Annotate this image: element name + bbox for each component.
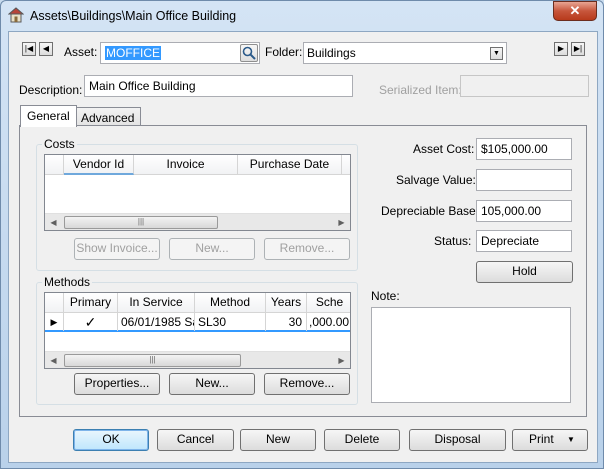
methods-column-header[interactable]: Primary [64, 293, 118, 313]
close-button[interactable]: ✕ [553, 1, 597, 21]
asset-lookup-button[interactable] [240, 44, 258, 62]
methods-column-header[interactable]: Method [195, 293, 266, 313]
cancel-button[interactable]: Cancel [157, 429, 234, 451]
schedule-cell[interactable]: ,000.00 [307, 313, 350, 331]
general-tab-panel: Costs Vendor Id Invoice Purchase Date ◀ … [19, 125, 587, 417]
tab-general-label: General [27, 109, 70, 123]
asset-cost-value: $105,000.00 [481, 142, 548, 156]
costs-new-button[interactable]: New... [169, 238, 255, 260]
previous-record-icon[interactable]: ◀ [39, 42, 53, 56]
methods-column-header[interactable]: Sche [307, 293, 350, 313]
salvage-value-label: Salvage Value: [396, 173, 476, 187]
description-label: Description: [19, 83, 83, 97]
costs-remove-button[interactable]: Remove... [264, 238, 350, 260]
folder-select[interactable]: Buildings [303, 42, 507, 64]
primary-cell[interactable]: ✓ [64, 313, 118, 331]
delete-button[interactable]: Delete [324, 429, 400, 451]
methods-new-button[interactable]: New... [169, 373, 255, 395]
depreciable-base-input[interactable]: 105,000.00 [476, 200, 572, 222]
house-icon [8, 7, 24, 23]
chevron-down-icon: ▼ [567, 435, 575, 444]
magnifier-icon [242, 46, 256, 60]
dialog-body: |◀ ◀ Asset: MOFFICE Folder: Buildings ▼ … [8, 31, 598, 463]
scroll-right-icon[interactable]: ▶ [333, 352, 350, 368]
folder-label: Folder: [265, 45, 303, 59]
asset-cost-input[interactable]: $105,000.00 [476, 138, 572, 160]
row-pointer-icon: ▶ [45, 313, 64, 331]
methods-column-header[interactable]: Years [266, 293, 307, 313]
methods-horizontal-scrollbar[interactable]: ◀ ||| ▶ [45, 351, 350, 368]
note-textarea[interactable] [371, 307, 571, 403]
title-bar: Assets\Buildings\Main Office Building ✕ [1, 1, 603, 31]
status-label: Status: [434, 234, 472, 248]
first-record-icon[interactable]: |◀ [22, 42, 36, 56]
window-title: Assets\Buildings\Main Office Building [30, 9, 237, 23]
tab-advanced[interactable]: Advanced [74, 107, 142, 126]
asset-cost-label: Asset Cost: [413, 142, 475, 156]
folder-value: Buildings [307, 46, 356, 60]
status-value: Depreciate [481, 234, 540, 248]
costs-header-filler [342, 155, 350, 175]
years-cell[interactable]: 30 [266, 313, 307, 331]
print-button[interactable]: Print ▼ [512, 429, 588, 451]
serialized-item-input [460, 75, 589, 97]
costs-column-header[interactable]: Purchase Date [238, 155, 342, 175]
scroll-thumb[interactable]: ||| [64, 216, 218, 229]
salvage-value-input[interactable] [476, 169, 572, 191]
note-label: Note: [371, 289, 400, 303]
last-record-icon[interactable]: ▶| [571, 42, 585, 56]
asset-input[interactable]: MOFFICE [100, 42, 260, 64]
methods-column-header[interactable]: In Service [118, 293, 195, 313]
scroll-left-icon[interactable]: ◀ [45, 352, 62, 368]
description-value: Main Office Building [89, 79, 196, 93]
costs-horizontal-scrollbar[interactable]: ◀ ||| ▶ [45, 213, 350, 230]
depreciable-base-label: Depreciable Base: [381, 204, 480, 218]
serialized-item-label: Serialized Item: [379, 83, 462, 97]
methods-grid-corner [45, 293, 64, 313]
asset-window: Assets\Buildings\Main Office Building ✕ … [0, 0, 604, 469]
costs-group-title: Costs [42, 137, 77, 151]
chevron-down-icon[interactable]: ▼ [490, 47, 503, 60]
asset-label: Asset: [64, 45, 98, 59]
methods-group-title: Methods [42, 275, 93, 289]
print-label: Print [529, 432, 554, 446]
description-input[interactable]: Main Office Building [84, 75, 353, 97]
hold-button[interactable]: Hold [476, 261, 573, 283]
costs-grid[interactable]: Vendor Id Invoice Purchase Date ◀ ||| ▶ [44, 154, 351, 231]
scroll-right-icon[interactable]: ▶ [333, 214, 350, 230]
costs-grid-corner [45, 155, 64, 175]
properties-button[interactable]: Properties... [74, 373, 160, 395]
methods-grid[interactable]: Primary In Service Method Years Sche ▶ ✓… [44, 292, 351, 369]
next-record-icon[interactable]: ▶ [554, 42, 568, 56]
asset-value: MOFFICE [105, 46, 161, 60]
ok-button[interactable]: OK [73, 429, 149, 451]
disposal-button[interactable]: Disposal [409, 429, 506, 451]
scroll-left-icon[interactable]: ◀ [45, 214, 62, 230]
status-field: Depreciate [476, 230, 572, 252]
tab-general[interactable]: General [20, 105, 77, 127]
table-row[interactable]: ▶ ✓ 06/01/1985 Sa SL30 30 ,000.00 [45, 313, 350, 332]
costs-column-header[interactable]: Vendor Id [64, 155, 134, 175]
new-button[interactable]: New [240, 429, 316, 451]
costs-column-header[interactable]: Invoice [134, 155, 238, 175]
depreciable-base-value: 105,000.00 [481, 204, 542, 218]
methods-remove-button[interactable]: Remove... [264, 373, 350, 395]
method-cell[interactable]: SL30 [195, 313, 266, 331]
show-invoice-button[interactable]: Show Invoice... [74, 238, 160, 260]
scroll-thumb[interactable]: ||| [64, 354, 241, 367]
tab-advanced-label: Advanced [81, 111, 135, 125]
in-service-cell[interactable]: 06/01/1985 Sa [118, 313, 195, 331]
